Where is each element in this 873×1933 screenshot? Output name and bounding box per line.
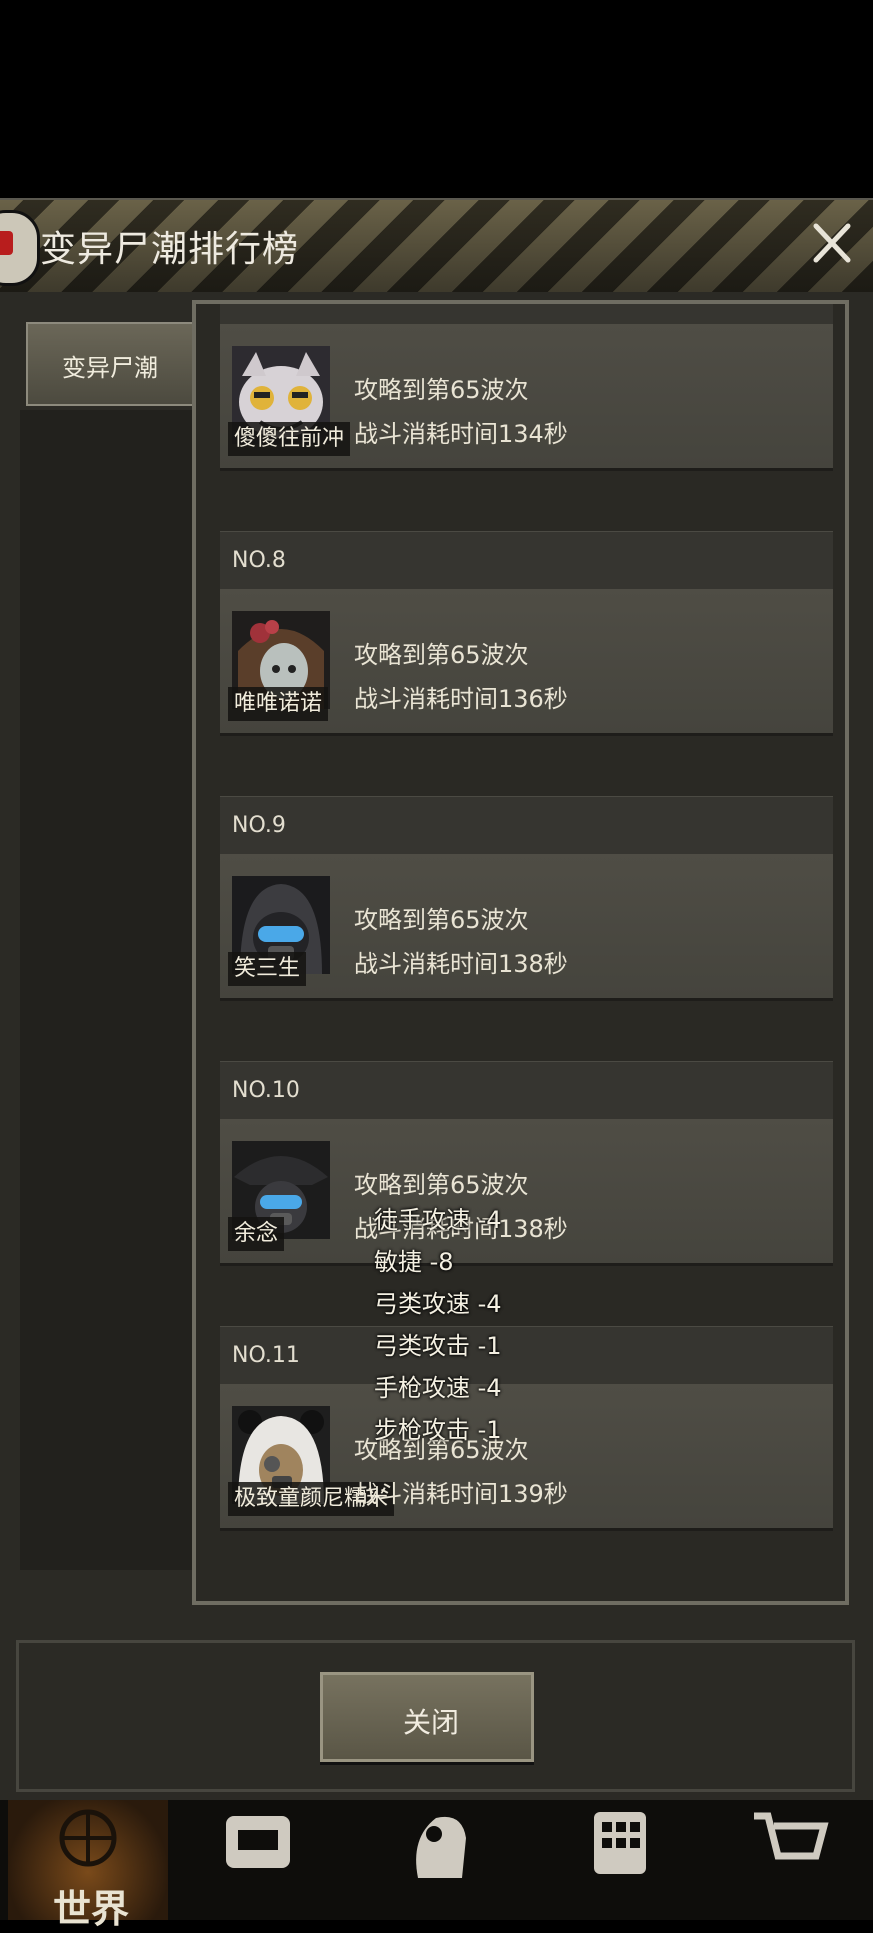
top-black-area — [0, 0, 873, 198]
tab-mutant-horde[interactable]: 变异尸潮 — [26, 322, 194, 406]
player-name: 唯唯诺诺 — [228, 687, 329, 721]
head-gear-icon — [416, 1816, 466, 1878]
stat-line: 步枪攻击 -1 — [374, 1416, 502, 1444]
cart-icon — [754, 1812, 829, 1860]
stat-line: 敏捷 -8 — [374, 1248, 454, 1276]
rank-card-header: NO.9 — [220, 796, 833, 855]
leaderboard-dialog: 变异尸潮排行榜 变异尸潮 NO.7 — [0, 198, 873, 1808]
building-icon — [594, 1812, 646, 1874]
time-text: 战斗消耗时间139秒 — [354, 1480, 568, 1508]
wave-text: 攻略到第65波次 — [354, 641, 529, 669]
time-text: 战斗消耗时间136秒 — [354, 685, 568, 713]
rank-card: NO.7 傻傻往前冲 攻略到第65波次 — [220, 304, 833, 476]
rank-card: NO.8 唯唯诺诺 攻略到第65波次 战斗消耗时间136秒 — [220, 531, 833, 741]
player-name: 傻傻往前冲 — [228, 422, 351, 456]
globe-icon — [59, 1809, 117, 1867]
title-badge-icon — [0, 210, 40, 286]
backpack-icon — [226, 1816, 290, 1868]
nav-shop[interactable] — [720, 1800, 873, 1920]
time-text: 战斗消耗时间138秒 — [354, 950, 568, 978]
rank-card-body: 笑三生 攻略到第65波次 战斗消耗时间138秒 — [220, 854, 833, 1001]
tab-label: 变异尸潮 — [62, 354, 158, 382]
tab-rail — [20, 410, 192, 1570]
wave-text: 攻略到第65波次 — [354, 1171, 529, 1199]
nav-character[interactable] — [360, 1800, 520, 1920]
rank-card-header: NO.7 — [220, 304, 833, 325]
wave-text: 攻略到第65波次 — [354, 906, 529, 934]
bottom-navigation: 世界 — [0, 1800, 873, 1931]
nav-building[interactable] — [540, 1800, 700, 1920]
dialog-title: 变异尸潮排行榜 — [40, 229, 300, 270]
player-name: 笑三生 — [228, 952, 307, 986]
rank-card-body: 唯唯诺诺 攻略到第65波次 战斗消耗时间136秒 — [220, 589, 833, 736]
rank-card-body: 傻傻往前冲 攻略到第65波次 战斗消耗时间134秒 — [220, 324, 833, 471]
rank-number: NO.11 — [232, 1343, 300, 1368]
nav-world[interactable]: 世界 — [8, 1800, 168, 1931]
stat-line: 手枪攻速 -4 — [374, 1374, 502, 1402]
rank-card-header: NO.10 — [220, 1061, 833, 1120]
stat-line: 弓类攻击 -1 — [374, 1332, 502, 1360]
stat-line: 徒手攻速 -4 — [374, 1206, 502, 1234]
player-name: 余念 — [228, 1217, 285, 1251]
close-button-label: 关闭 — [403, 1706, 460, 1739]
rank-number: NO.10 — [232, 1078, 300, 1103]
rank-card-header: NO.8 — [220, 531, 833, 590]
nav-backpack[interactable] — [180, 1800, 340, 1920]
nav-world-label: 世界 — [53, 1887, 130, 1931]
rank-number: NO.8 — [232, 548, 286, 573]
rank-number: NO.9 — [232, 813, 286, 838]
stat-line: 弓类攻速 -4 — [374, 1290, 502, 1318]
stat-debuff-overlay: 徒手攻速 -4 敏捷 -8 弓类攻速 -4 弓类攻击 -1 手枪攻速 -4 步枪… — [374, 1200, 574, 1460]
close-button[interactable]: 关闭 — [320, 1672, 534, 1762]
rank-card: NO.9 笑三生 攻略到第65波次 战斗消耗时间138秒 — [220, 796, 833, 1006]
rank-number: NO.7 — [232, 304, 286, 308]
time-text: 战斗消耗时间134秒 — [354, 420, 568, 448]
title-bar: 变异尸潮排行榜 — [0, 200, 873, 292]
close-x-icon[interactable] — [808, 218, 856, 268]
wave-text: 攻略到第65波次 — [354, 376, 529, 404]
